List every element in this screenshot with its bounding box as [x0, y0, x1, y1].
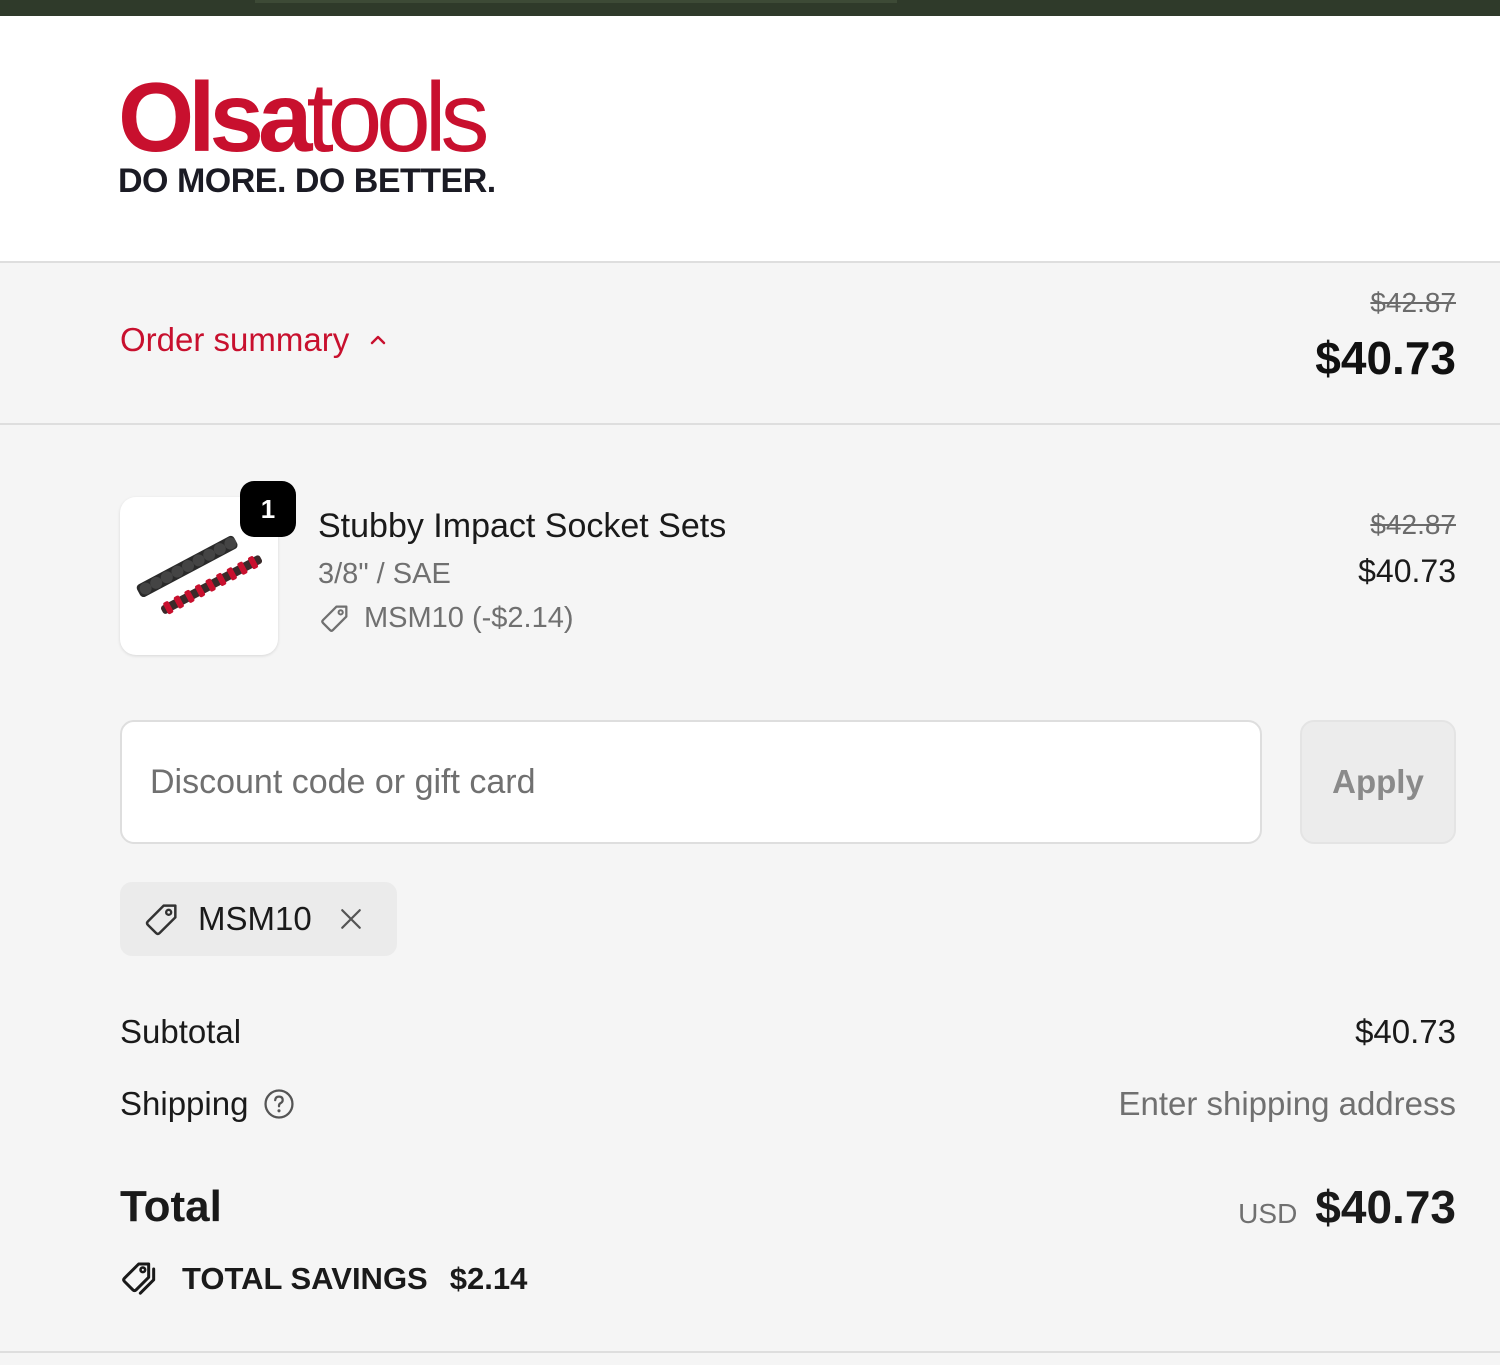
tag-icon: [321, 605, 348, 632]
site-header: Olsatools DO MORE. DO BETTER.: [0, 16, 1500, 261]
olsatools-logo[interactable]: Olsatools DO MORE. DO BETTER.: [118, 68, 548, 201]
chevron-up-icon: [371, 335, 386, 345]
subtotal-row: Subtotal $40.73: [120, 1013, 1456, 1051]
order-summary-label: Order summary: [120, 321, 350, 358]
total-row: Total USD $40.73: [120, 1180, 1456, 1234]
remove-discount-button[interactable]: [336, 904, 366, 934]
logo-light-part: tools: [306, 62, 489, 172]
summary-prices: $42.87 $40.73: [1315, 287, 1456, 385]
total-savings: TOTAL SAVINGS $2.14: [120, 1259, 527, 1299]
summary-original-total: $42.87: [1370, 287, 1456, 318]
product-name: Stubby Impact Socket Sets: [318, 507, 727, 545]
product-variant: 3/8" / SAE: [318, 558, 451, 590]
total-amount-group: USD $40.73: [1238, 1180, 1456, 1234]
summary-total: $40.73: [1315, 332, 1456, 384]
apply-button[interactable]: Apply: [1300, 720, 1456, 844]
shipping-value: Enter shipping address: [1118, 1085, 1456, 1122]
savings-label: TOTAL SAVINGS: [182, 1261, 428, 1296]
product-discount-text: MSM10 (-$2.14): [364, 601, 574, 634]
product-discount: MSM10 (-$2.14): [318, 601, 726, 635]
logo-wordmark: Olsatools: [118, 68, 548, 166]
product-info: Stubby Impact Socket Sets 3/8" / SAE MSM…: [318, 507, 726, 635]
discount-code-input[interactable]: [120, 720, 1262, 844]
help-icon[interactable]: [262, 1087, 296, 1121]
savings-value: $2.14: [449, 1261, 528, 1296]
order-summary-panel: 1 Stubby Impact Socket Sets 3/8" / SAE M…: [0, 425, 1500, 1365]
discount-form: Apply: [120, 720, 1456, 844]
bottom-divider: [0, 1351, 1500, 1353]
total-label: Total: [120, 1182, 222, 1231]
logo-bold-part: Olsa: [118, 62, 312, 172]
applied-code-text: MSM10: [198, 900, 312, 937]
browser-top-strip: [0, 0, 1500, 16]
applied-discount-chip: MSM10: [120, 882, 397, 956]
subtotal-label: Subtotal: [120, 1013, 242, 1050]
shipping-label: Shipping: [120, 1085, 249, 1122]
cart-line-item: 1 Stubby Impact Socket Sets 3/8" / SAE M…: [120, 481, 1456, 657]
tags-icon: [122, 1262, 156, 1295]
product-price: $40.73: [1358, 553, 1456, 589]
total-value: $40.73: [1315, 1181, 1456, 1233]
product-original-price: $42.87: [1370, 509, 1456, 540]
shipping-label-group: Shipping: [120, 1085, 296, 1123]
shipping-row: Shipping Enter shipping address: [120, 1085, 1456, 1123]
top-strip-highlight: [255, 0, 897, 3]
order-summary-toggle[interactable]: Order summary: [120, 321, 387, 359]
currency-code: USD: [1238, 1198, 1298, 1229]
order-summary-bar: Order summary $42.87 $40.73: [0, 263, 1500, 423]
quantity-badge: 1: [240, 481, 296, 537]
subtotal-value: $40.73: [1355, 1013, 1456, 1050]
tag-icon: [145, 904, 177, 936]
logo-tagline: DO MORE. DO BETTER.: [118, 162, 496, 200]
close-icon: [340, 909, 361, 929]
product-prices: $42.87 $40.73: [1358, 509, 1456, 590]
